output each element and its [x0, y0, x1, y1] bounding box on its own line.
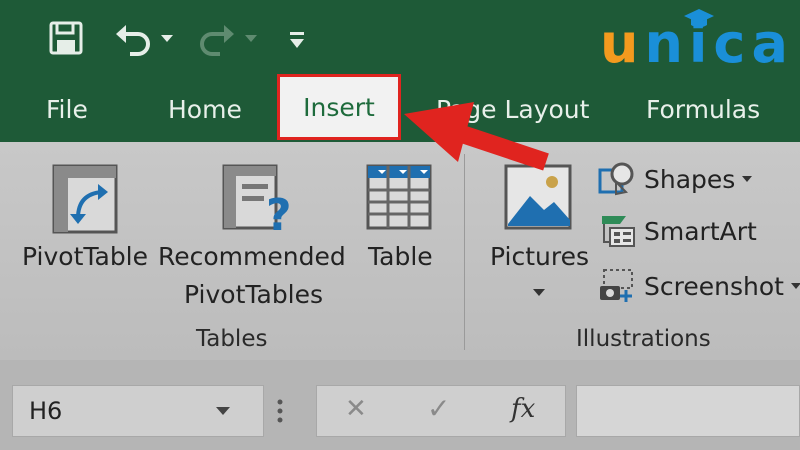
- brand-letter: c: [713, 12, 752, 75]
- screenshot-icon: [600, 269, 633, 302]
- customize-quick-access-icon[interactable]: [288, 30, 306, 50]
- brand-letter: a: [751, 12, 794, 75]
- svg-text:?: ?: [266, 190, 292, 234]
- smartart-label: SmartArt: [644, 216, 757, 246]
- red-arrow-annotation: [404, 102, 549, 171]
- pictures-button[interactable]: Pictures: [490, 242, 589, 271]
- screenshot-dropdown-icon: [790, 283, 800, 289]
- tables-group-label: Tables: [196, 326, 268, 352]
- brand-letter: u: [600, 12, 645, 75]
- pivot-table-button[interactable]: PivotTable: [22, 242, 148, 271]
- shapes-label: Shapes: [644, 164, 736, 194]
- screenshot-button[interactable]: Screenshot: [598, 268, 800, 304]
- name-box-value: H6: [29, 397, 63, 425]
- pivot-table-icon[interactable]: [52, 164, 118, 234]
- redo-dropdown-icon[interactable]: [244, 34, 258, 44]
- recommended-pivot-tables-label: PivotTables: [184, 280, 324, 309]
- name-box-dropdown-icon[interactable]: [215, 406, 231, 416]
- formula-input[interactable]: [576, 385, 800, 437]
- pictures-dropdown-icon[interactable]: [532, 288, 546, 298]
- shapes-dropdown-icon: [742, 176, 753, 182]
- group-separator: [464, 154, 465, 350]
- vertical-dots-icon: [277, 399, 283, 423]
- tab-insert-label: Insert: [303, 93, 375, 122]
- table-button[interactable]: Table: [368, 242, 433, 271]
- shapes-icon: [598, 162, 634, 196]
- smartart-icon: [602, 216, 635, 247]
- cancel-icon[interactable]: ✕: [345, 394, 367, 424]
- formula-bar: H6 ✕ ✓ fx: [0, 360, 800, 450]
- tab-formulas[interactable]: Formulas: [646, 78, 760, 142]
- shapes-button[interactable]: Shapes: [598, 162, 753, 196]
- tab-file[interactable]: File: [46, 78, 88, 142]
- smartart-button[interactable]: SmartArt: [598, 214, 757, 248]
- name-box[interactable]: H6: [12, 385, 264, 437]
- undo-dropdown-icon[interactable]: [160, 34, 174, 44]
- recommended-pivot-tables-icon[interactable]: ?: [222, 164, 292, 234]
- redo-icon[interactable]: [196, 22, 236, 56]
- screenshot-label: Screenshot: [644, 271, 784, 301]
- insert-function-button[interactable]: fx: [511, 394, 535, 424]
- tab-insert[interactable]: Insert: [277, 74, 401, 140]
- recommended-pivot-tables-button[interactable]: Recommended: [158, 242, 346, 271]
- title-bar: unica: [0, 0, 800, 78]
- illustrations-group-label: Illustrations: [576, 326, 711, 352]
- formula-controls: ✕ ✓ fx: [316, 385, 566, 437]
- undo-icon[interactable]: [114, 22, 154, 56]
- enter-icon[interactable]: ✓: [427, 392, 450, 425]
- graduation-cap-icon: [684, 9, 714, 28]
- tab-home[interactable]: Home: [168, 78, 242, 142]
- save-icon[interactable]: [48, 20, 84, 56]
- unica-logo: unica: [600, 9, 796, 75]
